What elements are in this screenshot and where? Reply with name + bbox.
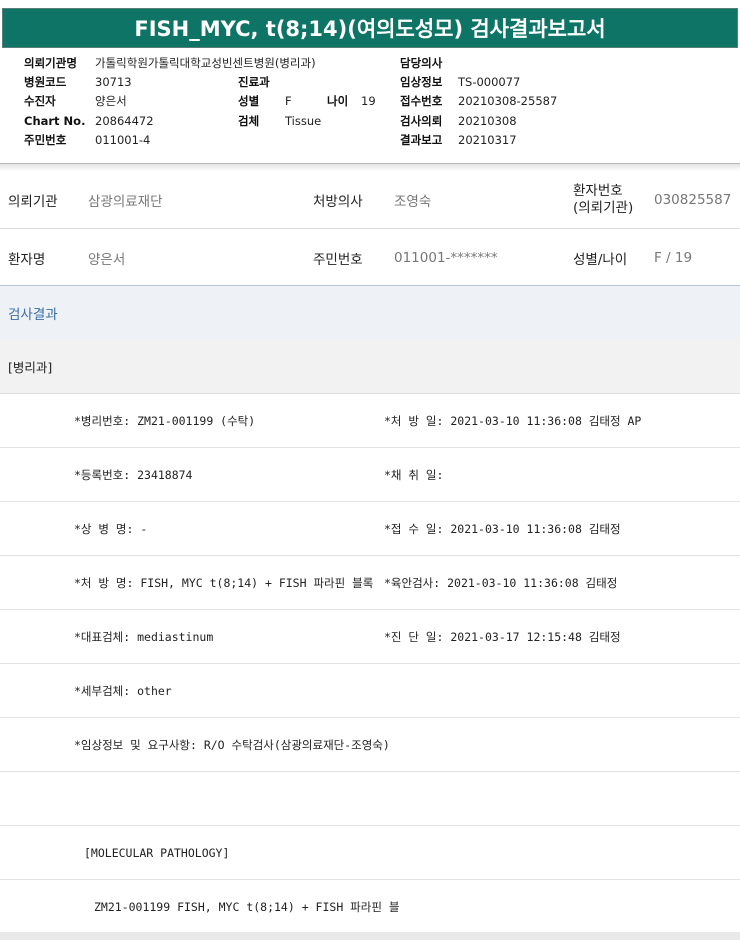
hospital-code-value: 30713 xyxy=(95,75,132,89)
sex-value: F xyxy=(285,94,292,108)
section-gap xyxy=(0,164,740,171)
rrn-masked-value: 011001-******* xyxy=(394,249,498,266)
result-row: *등록번호: 23418874 *채 취 일: xyxy=(0,448,740,502)
result-row-blank xyxy=(0,772,740,826)
result-report-value: 20210317 xyxy=(458,133,517,147)
sex-age-label: 성별/나이 xyxy=(573,251,628,268)
report-page: FISH_MYC, t(8;14)(여의도성모) 검사결과보고서 의뢰기관명 가… xyxy=(0,0,740,940)
rrn-value: 011001-4 xyxy=(95,133,151,147)
result-row: *처 방 명: FISH, MYC t(8;14) + FISH 파라핀 블록 … xyxy=(0,556,740,610)
diagnosis-name: *상 병 명: - xyxy=(74,521,148,536)
pathology-dept-row: [병리과] xyxy=(0,340,740,394)
chart-number-label: Chart No. xyxy=(24,114,86,128)
prescribing-doctor-value: 조영숙 xyxy=(394,193,432,210)
detail-specimen: *세부검체: other xyxy=(74,683,172,698)
result-row: ZM21-001199 FISH, MYC t(8;14) + FISH 파라핀… xyxy=(0,880,740,934)
patient-label: 수진자 xyxy=(24,94,56,108)
result-row: [MOLECULAR PATHOLOGY] xyxy=(0,826,740,880)
gross-exam-date: *육안검사: 2021-03-10 11:36:08 김태정 xyxy=(384,575,618,590)
receipt-date: *접 수 일: 2021-03-10 11:36:08 김태정 xyxy=(384,521,621,536)
collection-date: *채 취 일: xyxy=(384,467,444,482)
result-row: *임상정보 및 요구사항: R/O 수탁검사(삼광의료재단-조영숙) xyxy=(0,718,740,772)
sex-age-value: F / 19 xyxy=(654,249,693,266)
molecular-pathology-line: ZM21-001199 FISH, MYC t(8;14) + FISH 파라핀… xyxy=(94,899,400,914)
bottom-strip xyxy=(0,932,740,940)
registration-number: *등록번호: 23418874 xyxy=(74,467,193,482)
patient-number-label: 환자번호 (의뢰기관) xyxy=(573,182,634,216)
chart-number-value: 20864472 xyxy=(95,114,154,128)
molecular-pathology-header: [MOLECULAR PATHOLOGY] xyxy=(84,845,230,860)
result-row: *세부검체: other xyxy=(0,664,740,718)
result-row: *대표검체: mediastinum *진 단 일: 2021-03-17 12… xyxy=(0,610,740,664)
clinical-info-value: TS-000077 xyxy=(458,75,521,89)
report-title-banner: FISH_MYC, t(8;14)(여의도성모) 검사결과보고서 xyxy=(2,8,738,48)
institution-value: 가톨릭학원가톨릭대학교성빈센트병원(병리과) xyxy=(95,56,316,70)
institution-label: 의뢰기관명 xyxy=(24,56,77,70)
sex-label: 성별 xyxy=(238,94,260,108)
request-institution-value: 삼광의료재단 xyxy=(88,193,163,210)
specimen-value: Tissue xyxy=(285,114,322,128)
result-row: *병리번호: ZM21-001199 (수탁) *처 방 일: 2021-03-… xyxy=(0,394,740,448)
patient-table: 의뢰기관 삼광의료재단 처방의사 조영숙 환자번호 (의뢰기관) 0308255… xyxy=(0,171,740,287)
clinical-request-info: *임상정보 및 요구사항: R/O 수탁검사(삼광의료재단-조영숙) xyxy=(74,737,390,752)
patient-number-value: 030825587 xyxy=(654,191,732,208)
age-label: 나이 xyxy=(327,94,349,108)
result-section-header: 검사결과 xyxy=(0,285,740,340)
rrn-label: 주민번호 xyxy=(24,133,67,147)
result-report-label: 결과보고 xyxy=(400,133,443,147)
patient-name-value: 양은서 xyxy=(88,251,126,268)
prescription-date: *처 방 일: 2021-03-10 11:36:08 김태정 AP xyxy=(384,413,642,428)
specimen-label: 검체 xyxy=(238,114,260,128)
hospital-code-label: 병원코드 xyxy=(24,75,67,89)
department-label: 진료과 xyxy=(238,75,270,89)
receipt-number-value: 20210308-25587 xyxy=(458,94,558,108)
representative-specimen: *대표검체: mediastinum xyxy=(74,629,214,644)
prescription-name: *처 방 명: FISH, MYC t(8;14) + FISH 파라핀 블록 xyxy=(74,575,374,590)
age-value: 19 xyxy=(361,94,376,108)
rrn-masked-label: 주민번호 xyxy=(313,251,363,268)
report-info-block: 의뢰기관명 가톨릭학원가톨릭대학교성빈센트병원(병리과) 담당의사 병원코드 3… xyxy=(0,48,740,163)
clinical-info-label: 임상정보 xyxy=(400,75,443,89)
doctor-label: 담당의사 xyxy=(400,56,443,70)
patient-value: 양은서 xyxy=(95,94,127,108)
patient-table-row: 의뢰기관 삼광의료재단 처방의사 조영숙 환자번호 (의뢰기관) 0308255… xyxy=(0,171,740,229)
patient-name-label: 환자명 xyxy=(8,251,46,268)
request-institution-label: 의뢰기관 xyxy=(8,193,58,210)
result-row: *상 병 명: - *접 수 일: 2021-03-10 11:36:08 김태… xyxy=(0,502,740,556)
test-request-label: 검사의뢰 xyxy=(400,114,443,128)
prescribing-doctor-label: 처방의사 xyxy=(313,193,363,210)
pathology-number: *병리번호: ZM21-001199 (수탁) xyxy=(74,413,256,428)
receipt-number-label: 접수번호 xyxy=(400,94,443,108)
diagnosis-date: *진 단 일: 2021-03-17 12:15:48 김태정 xyxy=(384,629,621,644)
patient-table-row: 환자명 양은서 주민번호 011001-******* 성별/나이 F / 19 xyxy=(0,229,740,287)
test-request-value: 20210308 xyxy=(458,114,517,128)
